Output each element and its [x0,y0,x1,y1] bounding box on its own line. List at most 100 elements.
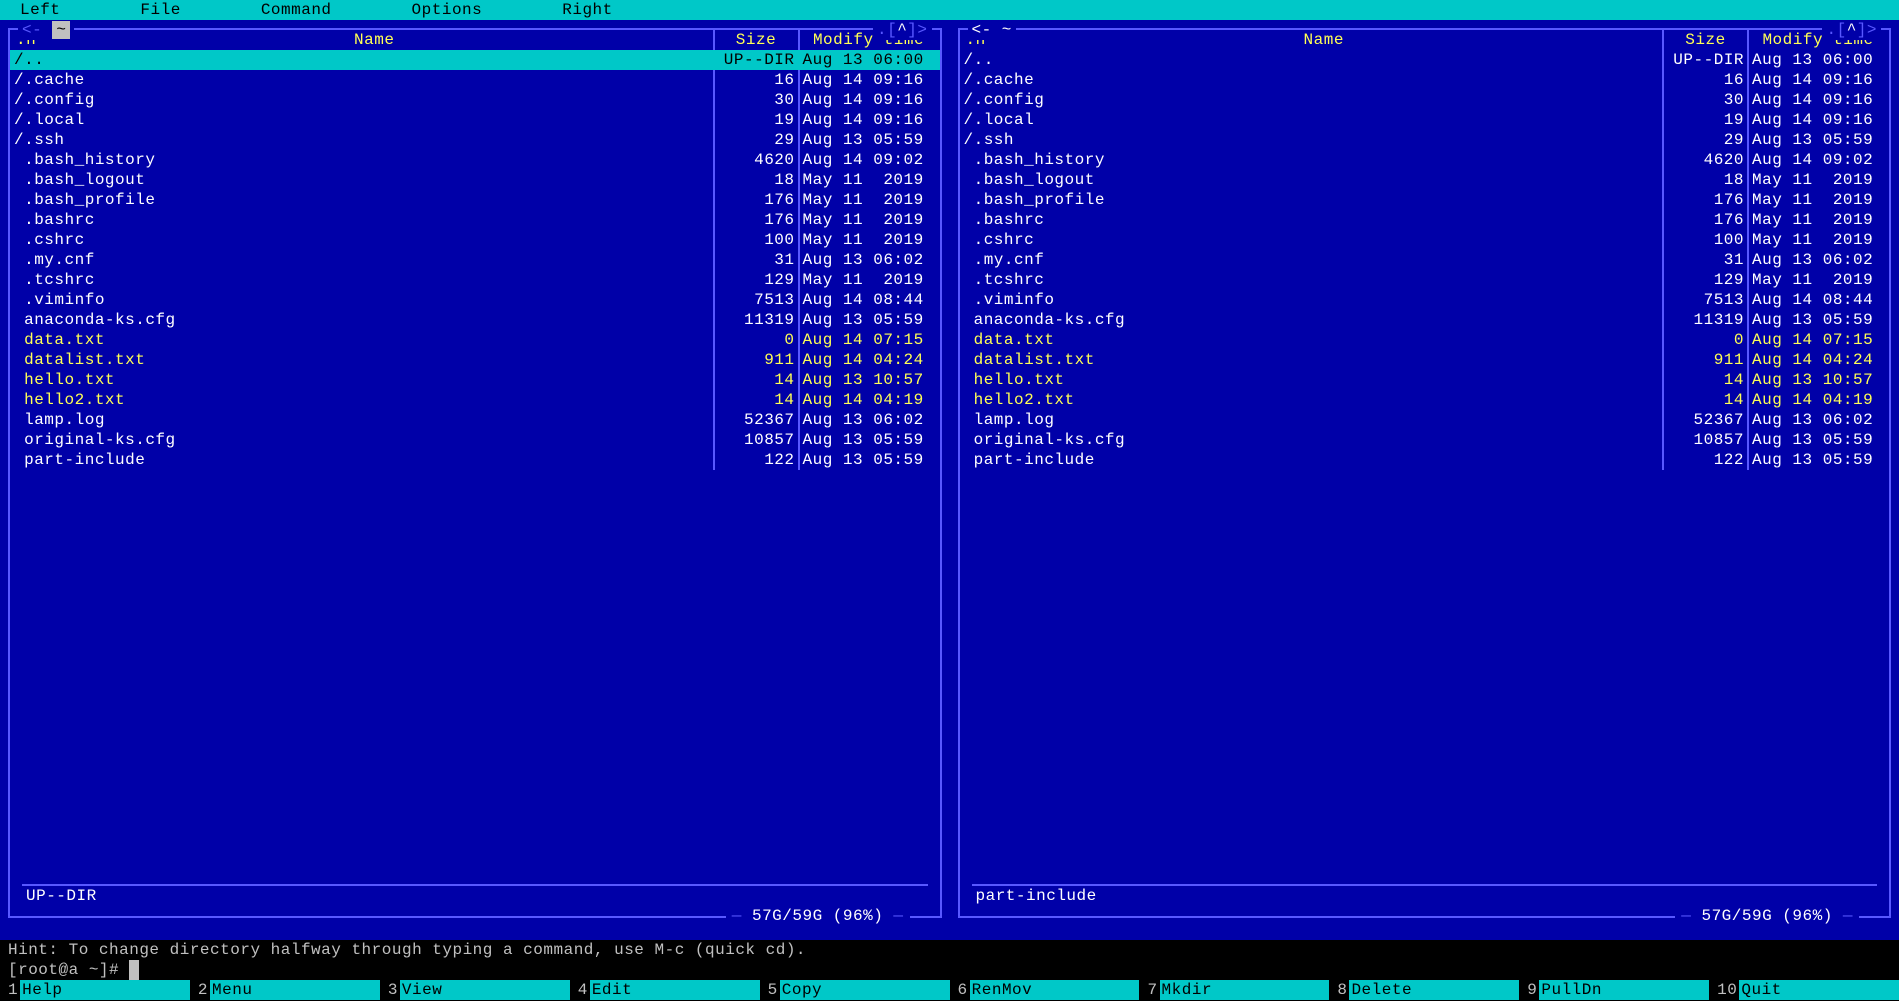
file-row[interactable]: datalist.txt911Aug 14 04:24 [960,350,1890,370]
left-panel-path[interactable]: <- ~ [18,20,74,40]
file-row[interactable]: .bash_logout18May 11 2019 [10,170,940,190]
file-mtime: Aug 14 09:16 [1747,110,1887,130]
fkey-menu[interactable]: 2Menu [190,980,380,1000]
file-name: .cshrc [12,230,713,250]
file-mtime: Aug 13 06:02 [1747,250,1887,270]
file-mtime: Aug 14 09:02 [1747,150,1887,170]
file-size: 31 [1662,250,1747,270]
left-disk-usage: — 57G/59G (96%) — [726,906,910,926]
file-row[interactable]: .bashrc176May 11 2019 [960,210,1890,230]
file-row[interactable]: hello2.txt14Aug 14 04:19 [960,390,1890,410]
file-mtime: Aug 14 04:24 [798,350,938,370]
file-row[interactable]: part-include122Aug 13 05:59 [960,450,1890,470]
file-name: hello.txt [12,370,713,390]
file-name: datalist.txt [962,350,1663,370]
file-size: 10857 [1662,430,1747,450]
file-row[interactable]: .my.cnf31Aug 13 06:02 [960,250,1890,270]
file-row[interactable]: /.cache16Aug 14 09:16 [960,70,1890,90]
file-name: .bash_profile [962,190,1663,210]
left-panel[interactable]: <- ~ .[^]> .n Name Size Modify time /..U… [0,20,950,940]
file-row[interactable]: hello2.txt14Aug 14 04:19 [10,390,940,410]
file-row[interactable]: .bash_profile176May 11 2019 [960,190,1890,210]
file-size: 19 [1662,110,1747,130]
file-name: original-ks.cfg [12,430,713,450]
menu-right[interactable]: Right [562,0,613,20]
fkey-number: 7 [1139,980,1159,1000]
file-row[interactable]: data.txt0Aug 14 07:15 [10,330,940,350]
file-row[interactable]: /.ssh29Aug 13 05:59 [10,130,940,150]
file-row[interactable]: /..UP--DIRAug 13 06:00 [960,50,1890,70]
right-panel-path[interactable]: <- ~ [968,20,1016,40]
fkey-label: Help [20,980,190,1000]
file-name: lamp.log [12,410,713,430]
file-row[interactable]: .bash_logout18May 11 2019 [960,170,1890,190]
file-row[interactable]: /.local19Aug 14 09:16 [960,110,1890,130]
fkey-mkdir[interactable]: 7Mkdir [1139,980,1329,1000]
file-row[interactable]: /.local19Aug 14 09:16 [10,110,940,130]
file-row[interactable]: .bash_profile176May 11 2019 [10,190,940,210]
file-row[interactable]: .tcshrc129May 11 2019 [960,270,1890,290]
file-mtime: Aug 14 08:44 [1747,290,1887,310]
file-name: /.config [962,90,1663,110]
file-row[interactable]: /.ssh29Aug 13 05:59 [960,130,1890,150]
file-row[interactable]: .viminfo7513Aug 14 08:44 [960,290,1890,310]
file-row[interactable]: .cshrc100May 11 2019 [10,230,940,250]
file-row[interactable]: .viminfo7513Aug 14 08:44 [10,290,940,310]
file-mtime: Aug 14 04:19 [798,390,938,410]
menu-command[interactable]: Command [261,0,332,20]
fkey-renmov[interactable]: 6RenMov [950,980,1140,1000]
file-row[interactable]: /.config30Aug 14 09:16 [10,90,940,110]
file-row[interactable]: hello.txt14Aug 13 10:57 [960,370,1890,390]
file-row[interactable]: .bashrc176May 11 2019 [10,210,940,230]
file-size: 11319 [713,310,798,330]
left-panel-indicator[interactable]: .[^]> [873,20,932,40]
fkey-label: Mkdir [1160,980,1330,1000]
right-panel[interactable]: <- ~ .[^]> .n Name Size Modify time /..U… [950,20,1899,940]
file-row[interactable]: /.cache16Aug 14 09:16 [10,70,940,90]
file-row[interactable]: .my.cnf31Aug 13 06:02 [10,250,940,270]
file-row[interactable]: /.config30Aug 14 09:16 [960,90,1890,110]
file-row[interactable]: /..UP--DIRAug 13 06:00 [10,50,940,70]
file-mtime: Aug 14 08:44 [798,290,938,310]
file-row[interactable]: original-ks.cfg10857Aug 13 05:59 [10,430,940,450]
fkey-number: 4 [570,980,590,1000]
file-size: 100 [713,230,798,250]
shell-prompt[interactable]: [root@a ~]# [8,960,1899,980]
file-size: 18 [713,170,798,190]
fkey-pulldn[interactable]: 9PullDn [1519,980,1709,1000]
file-row[interactable]: data.txt0Aug 14 07:15 [960,330,1890,350]
right-file-list[interactable]: /..UP--DIRAug 13 06:00/.cache16Aug 14 09… [960,50,1890,470]
menu-file[interactable]: File [140,0,180,20]
left-file-list[interactable]: /..UP--DIRAug 13 06:00/.cache16Aug 14 09… [10,50,940,470]
file-row[interactable]: .bash_history4620Aug 14 09:02 [10,150,940,170]
file-row[interactable]: hello.txt14Aug 13 10:57 [10,370,940,390]
file-row[interactable]: lamp.log52367Aug 13 06:02 [960,410,1890,430]
menu-left[interactable]: Left [20,0,60,20]
fkey-help[interactable]: 1Help [0,980,190,1000]
file-row[interactable]: lamp.log52367Aug 13 06:02 [10,410,940,430]
fkey-view[interactable]: 3View [380,980,570,1000]
fkey-delete[interactable]: 8Delete [1329,980,1519,1000]
fkey-edit[interactable]: 4Edit [570,980,760,1000]
file-row[interactable]: .cshrc100May 11 2019 [960,230,1890,250]
file-size: 29 [1662,130,1747,150]
file-row[interactable]: part-include122Aug 13 05:59 [10,450,940,470]
menu-options[interactable]: Options [412,0,483,20]
file-mtime: Aug 13 06:00 [798,50,938,70]
file-row[interactable]: anaconda-ks.cfg11319Aug 13 05:59 [960,310,1890,330]
file-row[interactable]: datalist.txt911Aug 14 04:24 [10,350,940,370]
file-mtime: Aug 13 06:02 [798,250,938,270]
fkey-quit[interactable]: 10Quit [1709,980,1899,1000]
fkey-copy[interactable]: 5Copy [760,980,950,1000]
file-mtime: Aug 13 05:59 [798,450,938,470]
fkey-label: Menu [210,980,380,1000]
file-row[interactable]: .tcshrc129May 11 2019 [10,270,940,290]
file-row[interactable]: original-ks.cfg10857Aug 13 05:59 [960,430,1890,450]
right-panel-indicator[interactable]: .[^]> [1822,20,1881,40]
fkey-number: 3 [380,980,400,1000]
left-panel-cwd: ~ [52,21,70,39]
file-row[interactable]: .bash_history4620Aug 14 09:02 [960,150,1890,170]
fkey-number: 2 [190,980,210,1000]
file-size: 7513 [713,290,798,310]
file-row[interactable]: anaconda-ks.cfg11319Aug 13 05:59 [10,310,940,330]
